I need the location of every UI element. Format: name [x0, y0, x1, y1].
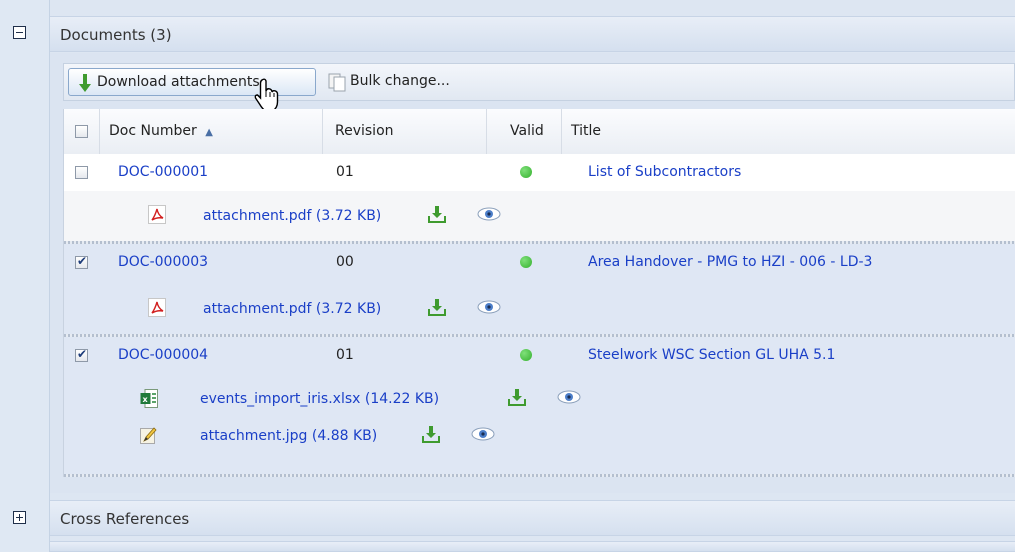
doc-number-link[interactable]: DOC-000004 — [118, 347, 208, 363]
documents-panel-title: Documents (3) — [60, 26, 172, 44]
hand-cursor-icon — [254, 78, 279, 112]
eye-view-icon[interactable] — [471, 427, 495, 441]
attachment-link[interactable]: attachment.pdf (3.72 KB) — [203, 301, 381, 317]
copy-pages-icon — [328, 73, 346, 92]
download-icon[interactable] — [428, 298, 446, 316]
eye-view-icon[interactable] — [557, 390, 581, 404]
doc-number-link[interactable]: DOC-000003 — [118, 254, 208, 270]
attachment-row: attachment.pdf (3.72 KB) — [64, 191, 1015, 241]
documents-toolbar: Download attachments Bulk change... — [63, 63, 1015, 112]
doc-number-link[interactable]: DOC-000001 — [118, 164, 208, 180]
cross-references-panel-header[interactable]: Cross References — [50, 500, 1015, 536]
documents-grid: Doc Number ▲ Revision Valid Title DOC-00… — [63, 109, 1015, 477]
cross-references-panel-title: Cross References — [60, 510, 190, 528]
bulk-change-label: Bulk change... — [350, 73, 450, 89]
next-panel-header[interactable] — [50, 541, 1015, 552]
bulk-change-button[interactable]: Bulk change... — [326, 68, 526, 96]
attachment-row: attachment.pdf (3.72 KB) — [64, 281, 1015, 334]
attachment-link[interactable]: events_import_iris.xlsx (14.22 KB) — [200, 391, 439, 407]
download-icon[interactable] — [422, 425, 440, 443]
revision-value: 00 — [336, 254, 354, 270]
column-revision-label: Revision — [335, 123, 394, 139]
excel-icon: x — [140, 389, 158, 408]
documents-panel-header[interactable]: Documents (3) — [50, 16, 1015, 52]
select-all-column — [64, 109, 100, 154]
title-link[interactable]: Area Handover - PMG to HZI - 006 - LD-3 — [588, 254, 872, 270]
column-doc-number[interactable]: Doc Number ▲ — [100, 109, 323, 154]
download-icon[interactable] — [428, 205, 446, 223]
image-edit-icon — [140, 427, 157, 444]
table-row[interactable]: ✔ DOC-000003 00 Area Handover - PMG to H… — [64, 244, 1015, 281]
svg-text:x: x — [143, 395, 149, 404]
pdf-icon — [148, 298, 166, 317]
column-valid-label: Valid — [510, 123, 544, 139]
select-all-checkbox[interactable] — [75, 125, 88, 138]
attachment-row: x events_import_iris.xlsx (14.22 KB) att… — [64, 375, 1015, 475]
attachment-link[interactable]: attachment.pdf (3.72 KB) — [203, 208, 381, 224]
valid-status-icon — [520, 166, 532, 178]
column-title-label: Title — [571, 123, 602, 139]
row-checkbox[interactable]: ✔ — [75, 254, 88, 269]
valid-status-icon — [520, 349, 532, 361]
revision-value: 01 — [336, 164, 354, 180]
row-separator — [64, 474, 1015, 477]
row-checkbox[interactable]: ✔ — [75, 347, 88, 362]
pdf-icon — [148, 205, 166, 224]
column-doc-number-label: Doc Number — [109, 123, 197, 139]
left-gutter — [0, 0, 50, 552]
column-title[interactable]: Title — [562, 109, 1015, 154]
table-row[interactable]: ✔ DOC-000004 01 Steelwork WSC Section GL… — [64, 337, 1015, 375]
download-attachments-label: Download attachments — [97, 74, 260, 90]
table-row[interactable]: DOC-000001 01 List of Subcontractors — [64, 154, 1015, 191]
column-revision[interactable]: Revision — [323, 109, 487, 154]
column-valid[interactable]: Valid — [487, 109, 562, 154]
expand-cross-references-toggle[interactable] — [13, 511, 26, 524]
download-arrow-icon — [79, 74, 91, 92]
download-icon[interactable] — [508, 388, 526, 406]
valid-status-icon — [520, 256, 532, 268]
eye-view-icon[interactable] — [477, 207, 501, 221]
attachment-link[interactable]: attachment.jpg (4.88 KB) — [200, 428, 377, 444]
eye-view-icon[interactable] — [477, 300, 501, 314]
grid-header: Doc Number ▲ Revision Valid Title — [64, 109, 1015, 155]
row-checkbox[interactable] — [75, 166, 88, 179]
revision-value: 01 — [336, 347, 354, 363]
sort-ascending-icon: ▲ — [205, 127, 213, 138]
collapse-documents-toggle[interactable] — [13, 26, 26, 39]
title-link[interactable]: Steelwork WSC Section GL UHA 5.1 — [588, 347, 835, 363]
title-link[interactable]: List of Subcontractors — [588, 164, 741, 180]
